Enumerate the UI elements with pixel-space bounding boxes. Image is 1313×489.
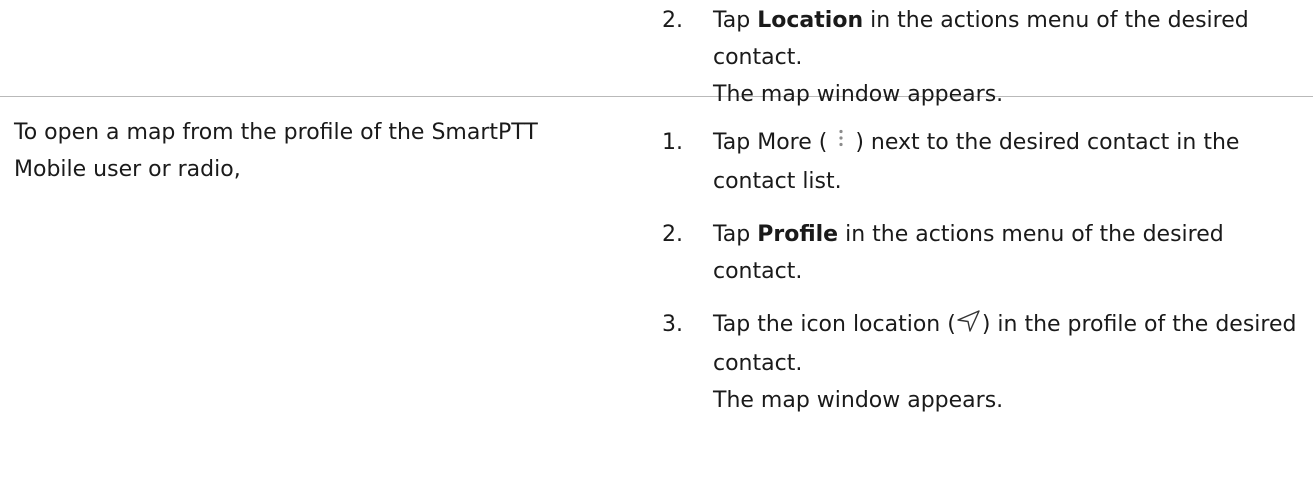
- more-vertical-icon: [827, 126, 855, 163]
- ui-term: Location: [757, 8, 864, 33]
- step-item: 2. Tap Profile in the actions menu of th…: [662, 216, 1302, 290]
- table-row: 2. Tap Location in the actions menu of t…: [0, 0, 1313, 107]
- condition-text: To open a map from the profile of the Sm…: [14, 120, 538, 182]
- step-text: Tap Location in the actions menu of the …: [713, 8, 1249, 70]
- step-item: 1. Tap More () next to the desired conta…: [662, 124, 1302, 200]
- table-row: To open a map from the profile of the Sm…: [0, 96, 1313, 489]
- location-arrow-icon: [956, 308, 982, 345]
- step-number: 1.: [662, 130, 683, 155]
- step-number: 2.: [662, 8, 683, 33]
- step-text: Tap More () next to the desired contact …: [713, 124, 1302, 200]
- step-number: 2.: [662, 222, 683, 247]
- steps-list: 1. Tap More () next to the desired conta…: [662, 124, 1302, 419]
- step-number: 3.: [662, 312, 683, 337]
- step-text: Tap the icon location () in the profile …: [713, 306, 1302, 382]
- step-text: Tap Profile in the actions menu of the d…: [713, 222, 1224, 284]
- step-item: 3. Tap the icon location () in the profi…: [662, 306, 1302, 419]
- step-result: The map window appears.: [713, 388, 1004, 413]
- ui-term: Profile: [757, 222, 839, 247]
